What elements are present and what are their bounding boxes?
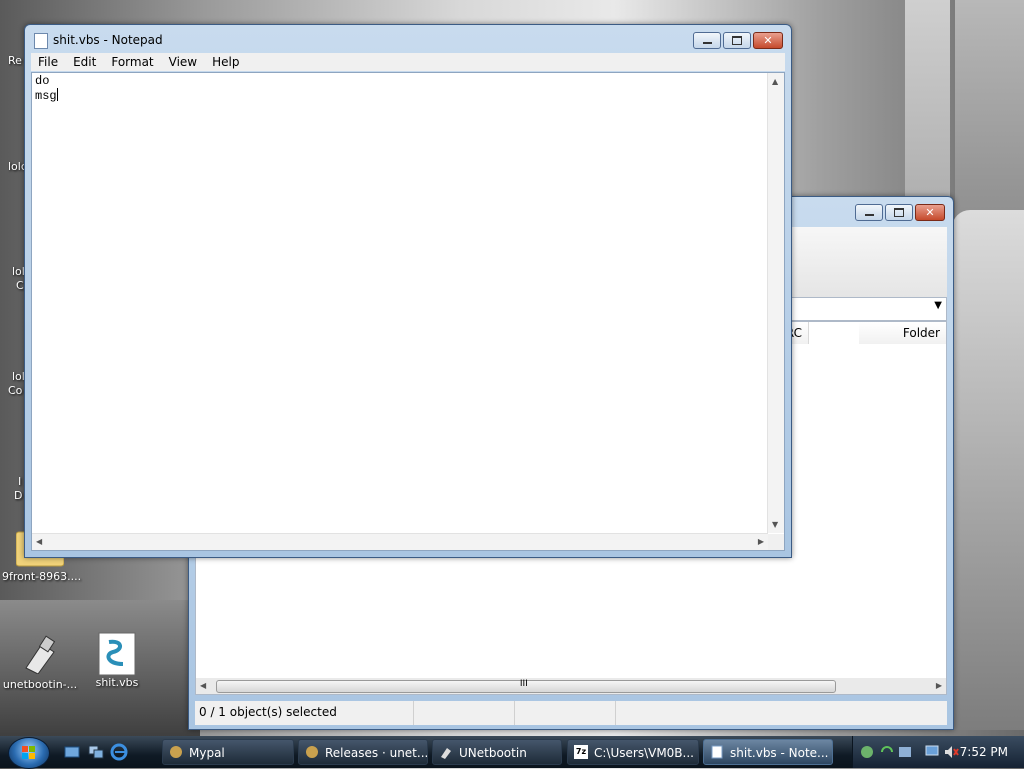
desktop-icon-label-i: I	[18, 475, 22, 488]
system-tray: 7:52 PM	[852, 736, 1024, 768]
desktop-icon-label: unetbootin-...	[2, 678, 78, 691]
taskbar-button-7zip[interactable]: 7z C:\Users\VM0B...	[567, 739, 699, 765]
taskbar: Mypal Releases · unet... UNetbootin 7z C…	[0, 736, 1024, 769]
windows-logo-icon	[22, 746, 35, 759]
taskbar-button-notepad[interactable]: shit.vbs - Note...	[703, 739, 833, 765]
desktop-icon-shit-vbs[interactable]: shit.vbs	[77, 632, 157, 689]
vertical-scrollbar[interactable]: ▲ ▼	[767, 73, 784, 533]
switch-windows-icon[interactable]	[88, 745, 104, 759]
scrollbar-thumb[interactable]: III	[216, 679, 836, 693]
usb-drive-icon	[20, 634, 60, 675]
desktop-icon-label-lol3: lol	[12, 370, 25, 383]
notepad-icon	[711, 745, 723, 759]
scroll-left-icon[interactable]: ◀	[36, 537, 42, 546]
device-icon[interactable]	[897, 744, 913, 760]
script-file-icon	[97, 632, 137, 676]
horizontal-scrollbar[interactable]: ◀ III ▶	[196, 678, 946, 694]
sync-icon[interactable]	[879, 744, 895, 760]
close-button[interactable]: ✕	[915, 204, 945, 221]
internet-explorer-icon[interactable]	[110, 743, 128, 761]
taskbar-button-releases[interactable]: Releases · unet...	[298, 739, 428, 765]
mypal-icon	[170, 746, 182, 758]
close-icon: ✕	[763, 34, 773, 47]
taskbar-button-label: shit.vbs - Note...	[730, 746, 829, 760]
desktop-icon-label-lol2: lol	[12, 265, 25, 278]
status-cell-empty	[515, 701, 616, 725]
desktop-icon-label-d: D	[14, 489, 23, 502]
notepad-icon	[34, 33, 48, 49]
column-header-folder[interactable]: Folder	[859, 322, 946, 344]
close-icon: ✕	[925, 206, 935, 219]
notepad-titlebar[interactable]: shit.vbs - Notepad ✕	[25, 25, 791, 55]
close-button[interactable]: ✕	[753, 32, 783, 49]
menu-format[interactable]: Format	[104, 53, 161, 71]
horizontal-scrollbar[interactable]: ◀ ▶	[32, 533, 768, 550]
maximize-button[interactable]	[885, 204, 913, 221]
desktop-icon-label-co: Co	[8, 384, 23, 397]
window-controls: ✕	[855, 204, 945, 221]
window-controls: ✕	[693, 32, 783, 49]
volume-muted-icon[interactable]	[943, 744, 959, 760]
minimize-button[interactable]	[855, 204, 883, 221]
7zip-icon: 7z	[574, 745, 588, 759]
taskbar-button-label: C:\Users\VM0B...	[594, 746, 694, 760]
editor-content[interactable]: do msg	[35, 74, 58, 103]
desktop-icon-label: shit.vbs	[95, 676, 139, 689]
mypal-icon	[306, 746, 318, 758]
taskbar-button-mypal[interactable]: Mypal	[162, 739, 294, 765]
usb-drive-icon	[441, 748, 451, 759]
scroll-left-icon[interactable]: ◀	[200, 681, 206, 690]
text-editor[interactable]: do msg ▲ ▼ ◀ ▶	[31, 72, 785, 551]
network-icon[interactable]	[859, 744, 875, 760]
scroll-up-icon[interactable]: ▲	[772, 77, 778, 86]
menu-file[interactable]: File	[31, 53, 66, 71]
editor-line: msg	[35, 89, 57, 103]
desktop-icon-unetbootin[interactable]: unetbootin-...	[0, 634, 80, 691]
scroll-grip: III	[519, 679, 528, 689]
status-cell-empty	[414, 701, 515, 725]
notepad-window[interactable]: shit.vbs - Notepad ✕ File Edit Format Vi…	[24, 24, 792, 558]
taskbar-button-label: UNetbootin	[459, 746, 527, 760]
desktop-icon-label: 9front-8963....	[2, 570, 82, 583]
monitor-icon[interactable]	[925, 744, 941, 760]
menu-bar: File Edit Format View Help	[31, 53, 785, 71]
maximize-button[interactable]	[723, 32, 751, 49]
status-selection: 0 / 1 object(s) selected	[195, 701, 414, 725]
taskbar-button-unetbootin[interactable]: UNetbootin	[432, 739, 562, 765]
menu-help[interactable]: Help	[205, 53, 247, 71]
taskbar-button-label: Mypal	[189, 746, 225, 760]
menu-edit[interactable]: Edit	[66, 53, 104, 71]
scroll-right-icon[interactable]: ▶	[936, 681, 942, 690]
wallpaper-window-right	[955, 0, 1024, 220]
minimize-button[interactable]	[693, 32, 721, 49]
chevron-down-icon[interactable]: ▼	[934, 300, 942, 311]
menu-view[interactable]: View	[162, 53, 205, 71]
start-button[interactable]	[8, 737, 50, 769]
text-caret	[56, 88, 58, 101]
minimize-icon	[864, 214, 874, 216]
scroll-down-icon[interactable]: ▼	[772, 520, 778, 529]
resize-grip-icon[interactable]	[768, 534, 784, 550]
taskbar-button-label: Releases · unet...	[325, 746, 428, 760]
maximize-icon	[894, 208, 904, 217]
desktop-icon-label-recycle: Re	[8, 54, 22, 67]
maximize-icon	[732, 36, 742, 45]
desktop-icon-label-c: C	[16, 279, 24, 292]
window-title: shit.vbs - Notepad	[53, 33, 163, 47]
show-desktop-icon[interactable]	[64, 745, 80, 759]
wallpaper-seat	[952, 210, 1024, 730]
minimize-icon	[702, 42, 712, 44]
status-bar: 0 / 1 object(s) selected	[195, 701, 947, 725]
scroll-right-icon[interactable]: ▶	[758, 537, 764, 546]
clock[interactable]: 7:52 PM	[960, 745, 1008, 759]
editor-line: do	[35, 74, 50, 88]
